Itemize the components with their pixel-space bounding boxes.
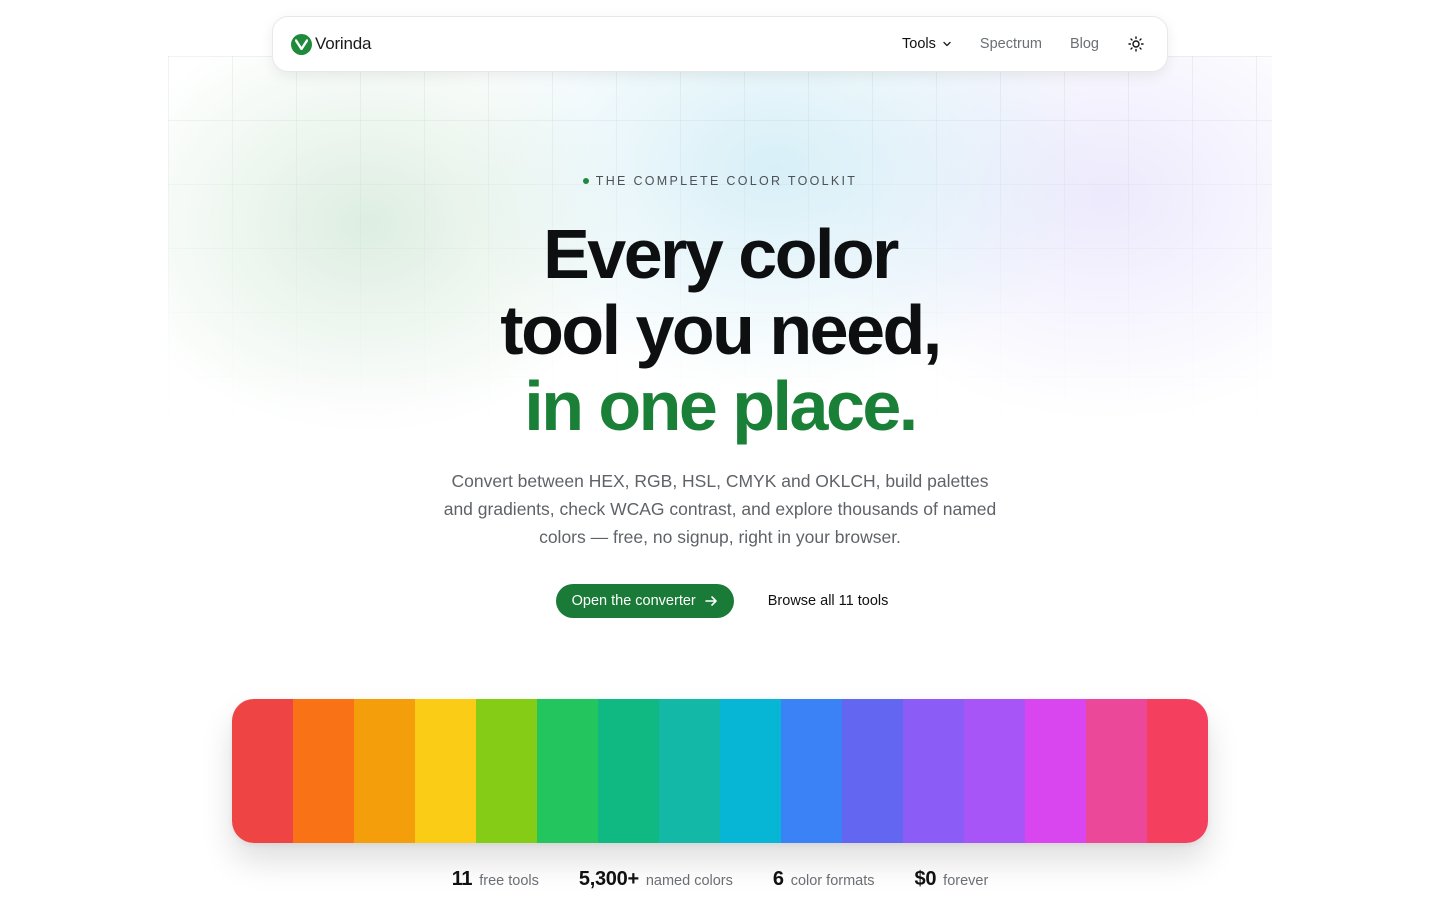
spectrum-swatch-5 <box>476 699 537 843</box>
nav-item-spectrum[interactable]: Spectrum <box>980 36 1042 52</box>
spectrum-swatch-6 <box>537 699 598 843</box>
spectrum-swatch-4 <box>415 699 476 843</box>
top-navbar: Vorinda Tools Spectrum Blog <box>272 16 1168 72</box>
hero-headline: Every color tool you need, in one place. <box>0 216 1440 444</box>
stat-tools: 11 free tools <box>452 868 539 891</box>
stat-value: $0 <box>914 868 937 890</box>
stat-label: forever <box>943 873 989 889</box>
v-check-icon <box>291 33 312 55</box>
sun-icon <box>1128 36 1144 52</box>
stat-label: free tools <box>479 873 539 889</box>
open-converter-label: Open the converter <box>571 593 696 609</box>
stat-value: 5,300+ <box>578 868 639 890</box>
open-converter-button[interactable]: Open the converter <box>555 584 734 618</box>
spectrum-swatch-15 <box>1086 699 1147 843</box>
stat-named-colors: 5,300+ named colors <box>579 868 733 891</box>
stat-value: 11 <box>451 868 473 890</box>
brand-name: Vorinda <box>315 34 372 53</box>
hero-eyebrow: THE COMPLETE COLOR TOOLKIT <box>0 174 1440 188</box>
headline-accent: in one place. <box>524 367 918 445</box>
cta-row: Open the converter Browse all 11 tools <box>0 584 1440 618</box>
spectrum-swatch-14 <box>1025 699 1086 843</box>
headline-line-1: Every color <box>543 215 899 293</box>
spectrum-swatch-12 <box>903 699 964 843</box>
theme-toggle-button[interactable] <box>1127 35 1145 53</box>
spectrum-swatch-8 <box>659 699 720 843</box>
nav-item-tools-label: Tools <box>902 36 936 52</box>
browse-tools-label: Browse all 11 tools <box>767 593 889 609</box>
color-spectrum-bar <box>232 699 1208 843</box>
nav-links: Tools Spectrum Blog <box>902 35 1145 53</box>
spectrum-swatch-13 <box>964 699 1025 843</box>
headline-line-2: tool you need, <box>500 291 942 369</box>
spectrum-swatch-16 <box>1147 699 1208 843</box>
nav-item-tools[interactable]: Tools <box>902 36 952 52</box>
spectrum-swatch-10 <box>781 699 842 843</box>
stat-value: 6 <box>772 868 784 890</box>
hero-subtitle: Convert between HEX, RGB, HSL, CMYK and … <box>443 471 997 547</box>
brand-logo-link[interactable]: Vorinda <box>291 33 372 55</box>
arrow-right-icon <box>704 596 717 606</box>
spectrum-swatch-3 <box>354 699 415 843</box>
spectrum-swatch-7 <box>598 699 659 843</box>
stat-label: named colors <box>645 873 733 889</box>
stat-price: $0 forever <box>915 868 989 891</box>
browse-tools-link[interactable]: Browse all 11 tools <box>764 584 893 618</box>
nav-item-blog[interactable]: Blog <box>1070 36 1099 52</box>
spectrum-swatch-11 <box>842 699 903 843</box>
stat-color-formats: 6 color formats <box>773 868 875 891</box>
spectrum-swatch-2 <box>293 699 354 843</box>
spectrum-swatch-1 <box>232 699 293 843</box>
eyebrow-dot-icon <box>582 178 589 184</box>
stat-label: color formats <box>790 873 875 889</box>
chevron-down-icon <box>943 41 951 47</box>
eyebrow-text: THE COMPLETE COLOR TOOLKIT <box>595 174 858 188</box>
stats-row: 11 free tools 5,300+ named colors 6 colo… <box>0 868 1440 891</box>
spectrum-swatch-9 <box>720 699 781 843</box>
